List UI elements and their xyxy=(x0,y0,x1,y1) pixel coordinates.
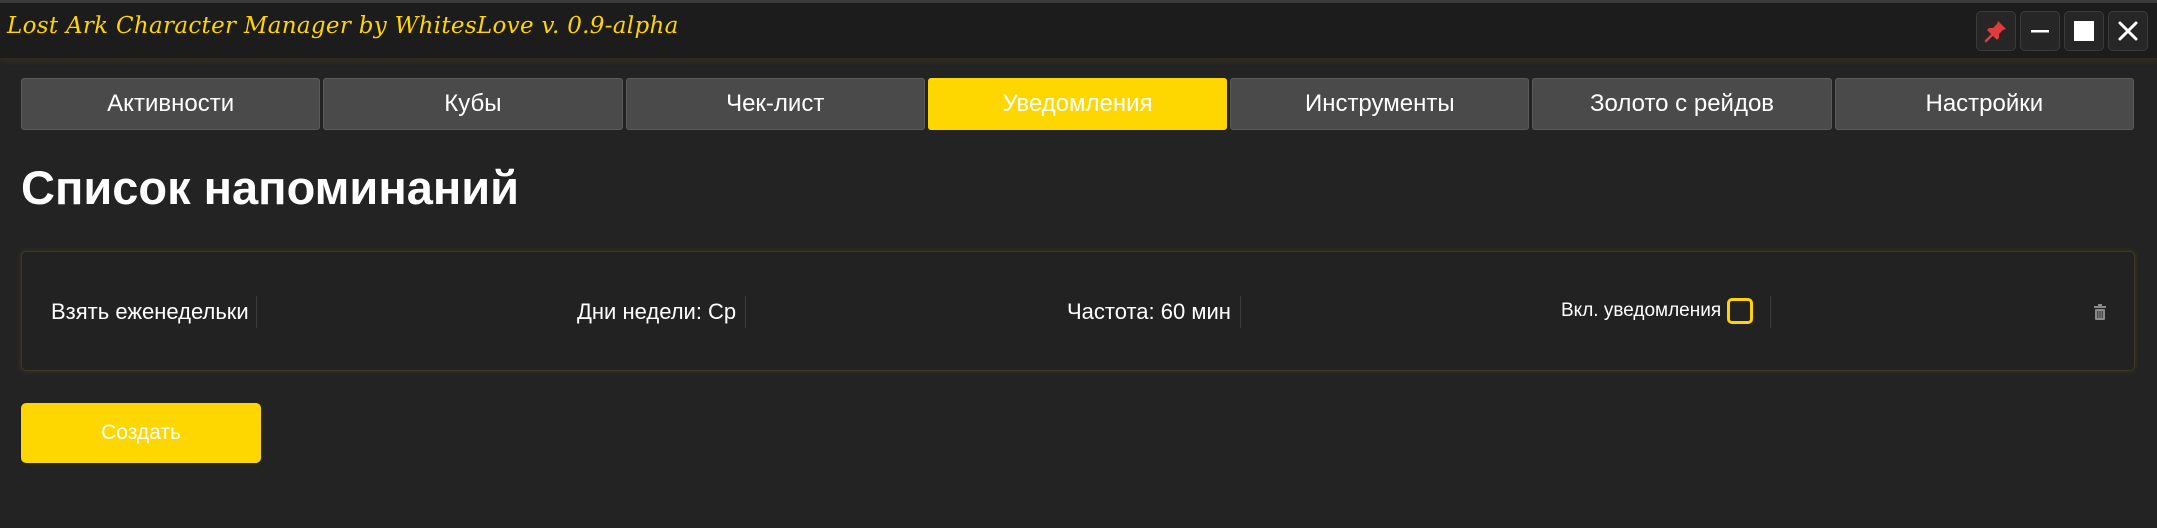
page-title: Список напоминаний xyxy=(21,161,520,214)
title-bar: Lost Ark Character Manager by WhitesLove… xyxy=(0,0,2157,58)
reminder-days[interactable]: Дни недели: Ср xyxy=(577,298,736,326)
tab-activities[interactable]: Активности xyxy=(21,78,321,130)
divider xyxy=(1240,296,1241,328)
tab-notifications[interactable]: Уведомления xyxy=(927,78,1228,130)
pin-icon xyxy=(1984,21,2006,43)
divider xyxy=(745,296,746,328)
reminder-frequency[interactable]: Частота: 60 мин xyxy=(1067,298,1231,326)
tab-settings[interactable]: Настройки xyxy=(1834,78,2134,130)
divider xyxy=(256,296,257,328)
minimize-icon xyxy=(2031,30,2049,33)
reminder-name[interactable]: Взять еженедельки xyxy=(51,298,249,326)
tab-raid-gold[interactable]: Золото с рейдов xyxy=(1532,78,1832,130)
divider xyxy=(1770,296,1771,328)
pin-button[interactable] xyxy=(1976,11,2016,51)
reminder-card: Взять еженедельки Дни недели: Ср Частота… xyxy=(21,251,2135,371)
notify-checkbox[interactable] xyxy=(1727,298,1754,324)
tab-tools[interactable]: Инструменты xyxy=(1230,78,1530,130)
main-tabs: Активности Кубы Чек-лист Уведомления Инс… xyxy=(21,78,2134,130)
close-button[interactable] xyxy=(2108,11,2148,51)
notify-toggle: Вкл. уведомления xyxy=(1561,297,1754,325)
create-button[interactable]: Создать xyxy=(21,403,261,463)
maximize-button[interactable] xyxy=(2064,11,2104,51)
tab-checklist[interactable]: Чек-лист xyxy=(625,78,925,130)
close-icon xyxy=(2118,21,2138,41)
maximize-icon xyxy=(2074,21,2094,41)
tab-cubes[interactable]: Кубы xyxy=(323,78,623,130)
delete-reminder-button[interactable] xyxy=(2093,304,2107,325)
app-title: Lost Ark Character Manager by WhitesLove… xyxy=(7,13,679,39)
minimize-button[interactable] xyxy=(2020,11,2060,51)
notify-label: Вкл. уведомления xyxy=(1561,300,1722,321)
trash-icon xyxy=(2094,304,2106,320)
